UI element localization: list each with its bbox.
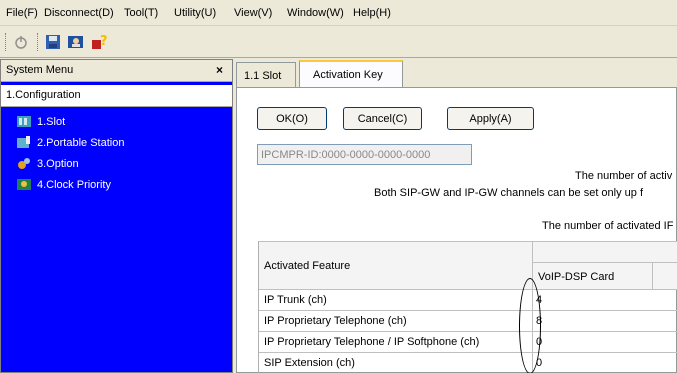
activation-note-3: The number of activated IF	[542, 220, 674, 232]
sidebar-item-label: 3.Option	[37, 158, 79, 170]
activation-note-1: The number of activ	[575, 170, 673, 182]
header-activated-feature-label: Activated Feature	[264, 260, 351, 272]
clock-priority-icon	[17, 178, 31, 191]
configuration-section[interactable]: 1.Configuration	[1, 85, 232, 107]
menu-disconnect[interactable]: Disconnect(D)	[44, 7, 114, 19]
tab-slot[interactable]: 1.1 Slot	[236, 62, 296, 87]
connect-icon[interactable]	[11, 32, 31, 52]
cancel-button-label: Cancel(C)	[357, 113, 408, 125]
sidebar-item-label: 2.Portable Station	[37, 137, 125, 149]
cancel-button[interactable]: Cancel(C)	[343, 107, 422, 130]
header-voip-dsp-card-label: VoIP-DSP Card	[538, 271, 615, 283]
svg-text:?: ?	[100, 34, 108, 49]
row-value-cell[interactable]: 4	[533, 290, 677, 311]
table-row: IP Trunk (ch)	[259, 290, 533, 311]
system-menu-title: System Menu	[6, 64, 74, 76]
menu-window[interactable]: Window(W)	[287, 7, 344, 19]
menu-bar: File(F) Disconnect(D) Tool(T) Utility(U)…	[0, 0, 677, 26]
row-value-cell[interactable]: 8	[533, 311, 677, 332]
row-value-cell[interactable]: 0	[533, 353, 677, 373]
apply-button[interactable]: Apply(A)	[447, 107, 534, 130]
header-voip-dsp-card: VoIP-DSP Card	[533, 263, 653, 290]
ipcmpr-id-value: IPCMPR-ID:0000-0000-0000-0000	[261, 149, 431, 161]
slot-icon	[17, 115, 31, 128]
row-feature-label: IP Proprietary Telephone (ch)	[264, 315, 407, 327]
menu-help[interactable]: Help(H)	[353, 7, 391, 19]
toolbar-separator	[37, 33, 39, 51]
sidebar-item-label: 1.Slot	[37, 116, 66, 128]
help-icon[interactable]: ?	[90, 32, 110, 52]
toolbar-grip	[5, 33, 7, 51]
table-row: IP Proprietary Telephone / IP Softphone …	[259, 332, 533, 353]
save-icon[interactable]	[43, 32, 63, 52]
ok-button-label: OK(O)	[276, 113, 308, 125]
close-icon[interactable]: ×	[216, 63, 223, 77]
activated-feature-table: Activated Feature VoIP-DSP Card IP Trunk…	[258, 241, 677, 373]
menu-file[interactable]: File(F)	[6, 7, 38, 19]
activation-note-2: Both SIP-GW and IP-GW channels can be se…	[374, 187, 644, 199]
menu-tool[interactable]: Tool(T)	[124, 7, 158, 19]
ok-button[interactable]: OK(O)	[257, 107, 327, 130]
user-icon[interactable]	[66, 32, 86, 52]
table-row: IP Proprietary Telephone (ch)	[259, 311, 533, 332]
tab-slot-label: 1.1 Slot	[244, 70, 282, 82]
header-next-cell	[653, 263, 677, 290]
row-feature-label: SIP Extension (ch)	[264, 357, 355, 369]
table-row: SIP Extension (ch)	[259, 353, 533, 373]
tab-activation-key[interactable]: Activation Key	[299, 60, 403, 87]
header-activated-feature: Activated Feature	[259, 241, 533, 290]
row-value-cell[interactable]: 0	[533, 332, 677, 353]
highlight-oval	[519, 278, 541, 373]
portable-station-icon	[17, 136, 31, 149]
option-icon	[17, 157, 31, 170]
sidebar-item-label: 4.Clock Priority	[37, 179, 111, 191]
main-panel: 1.1 Slot Activation Key OK(O) Cancel(C) …	[233, 59, 677, 373]
header-group-cell	[533, 241, 677, 263]
tab-activation-key-label: Activation Key	[313, 69, 383, 81]
configuration-label: 1.Configuration	[6, 89, 81, 101]
row-feature-label: IP Proprietary Telephone / IP Softphone …	[264, 336, 480, 348]
menu-view[interactable]: View(V)	[234, 7, 272, 19]
apply-button-label: Apply(A)	[469, 113, 512, 125]
menu-utility[interactable]: Utility(U)	[174, 7, 216, 19]
system-menu-panel: System Menu × 1.Configuration 1.Slot 2.P…	[0, 59, 233, 373]
system-menu-header: System Menu ×	[1, 60, 232, 82]
activation-key-content: OK(O) Cancel(C) Apply(A) IPCMPR-ID:0000-…	[236, 87, 677, 373]
toolbar: ?	[0, 26, 677, 58]
ipcmpr-id-field[interactable]: IPCMPR-ID:0000-0000-0000-0000	[257, 144, 472, 165]
row-feature-label: IP Trunk (ch)	[264, 294, 327, 306]
